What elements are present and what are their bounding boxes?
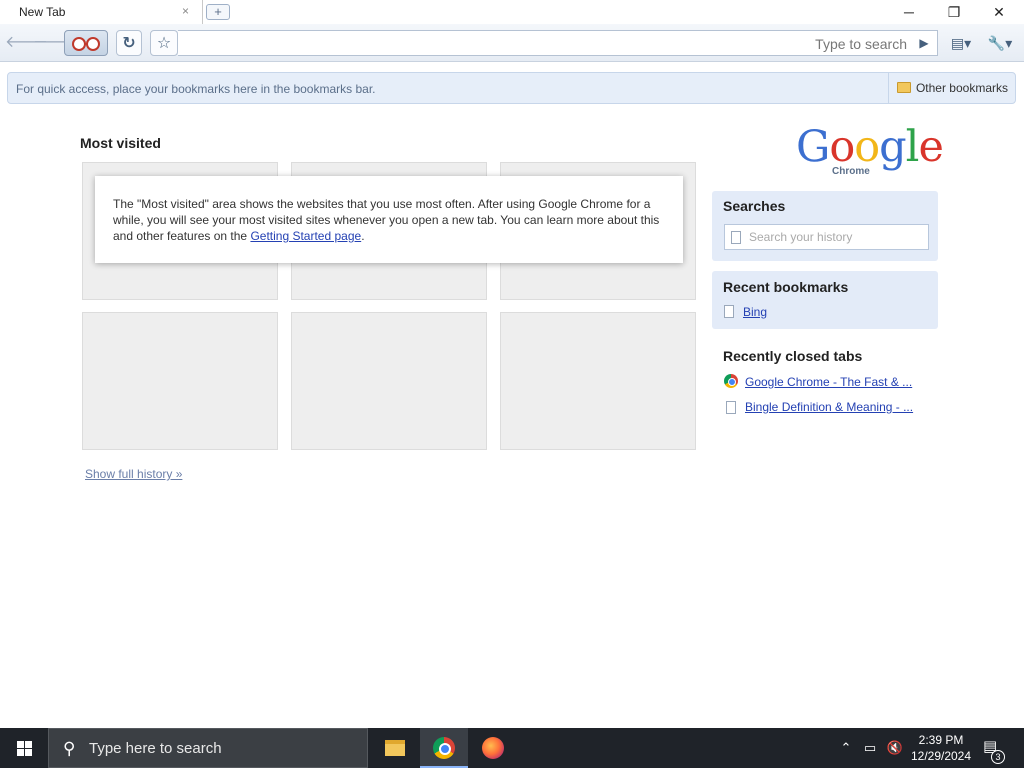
page-icon	[726, 401, 736, 414]
bookmarks-bar: For quick access, place your bookmarks h…	[7, 72, 1016, 104]
bookmarks-bar-message: For quick access, place your bookmarks h…	[16, 82, 376, 96]
page-menu-icon[interactable]: ▤▾	[946, 30, 976, 56]
folder-icon	[896, 82, 911, 93]
back-button[interactable]: 🡐	[5, 30, 48, 56]
logo-letter: o	[829, 122, 855, 172]
show-full-history-link[interactable]: Show full history »	[85, 467, 182, 481]
chrome-icon	[433, 737, 455, 759]
clock-time: 2:39 PM	[918, 733, 964, 747]
omnibox-placeholder: Type to search	[815, 36, 907, 52]
most-visited-thumbnail[interactable]	[291, 312, 487, 450]
firefox-taskbar-button[interactable]	[469, 728, 517, 768]
most-visited-info-end: .	[361, 229, 365, 243]
searches-box: Searches Search your history	[712, 191, 938, 261]
chrome-icon	[724, 374, 738, 388]
toolbar: 🡐 🡒 ↻ ☆ Type to search ▶ ▤▾ 🔧▾	[0, 24, 1024, 62]
windows-logo-icon	[17, 741, 32, 756]
other-bookmarks-button[interactable]: Other bookmarks	[887, 73, 1015, 103]
bookmark-star-icon[interactable]: ☆	[150, 30, 178, 56]
network-icon[interactable]: ▭	[860, 728, 880, 768]
wrench-menu-icon[interactable]: 🔧▾	[984, 30, 1016, 56]
search-icon: ⚲	[63, 739, 76, 758]
logo-letter: g	[879, 122, 907, 172]
minimize-icon[interactable]: ─	[886, 2, 932, 22]
getting-started-link[interactable]: Getting Started page	[250, 229, 361, 243]
file-explorer-button[interactable]	[371, 728, 419, 768]
recently-closed-title: Recently closed tabs	[723, 348, 863, 364]
close-window-icon[interactable]: ✕	[976, 2, 1022, 22]
recently-closed-link[interactable]: Google Chrome - The Fast & ...	[745, 375, 912, 389]
logo-letter: l	[905, 122, 920, 172]
search-history-placeholder: Search your history	[749, 230, 853, 244]
logo-letter: o	[854, 122, 880, 172]
firefox-icon	[482, 737, 504, 759]
close-tab-icon[interactable]: ×	[182, 4, 189, 18]
most-visited-thumbnail[interactable]	[500, 312, 696, 450]
other-bookmarks-label: Other bookmarks	[915, 81, 1008, 95]
omnibox-input[interactable]: Type to search ▶	[178, 30, 938, 56]
taskbar: ⚲ Type here to search ⌃ ▭ 🔇 2:39 PM 12/2…	[0, 728, 1024, 768]
page-icon	[724, 305, 734, 318]
incognito-glasses-icon[interactable]	[64, 30, 108, 56]
taskbar-search-box[interactable]: ⚲ Type here to search	[48, 728, 368, 768]
file-explorer-icon	[385, 740, 405, 756]
recent-bookmark-link[interactable]: Bing	[743, 305, 767, 319]
reload-button[interactable]: ↻	[116, 30, 142, 56]
clock-date: 12/29/2024	[910, 749, 972, 763]
chrome-taskbar-button[interactable]	[420, 728, 468, 768]
most-visited-info-text: The "Most visited" area shows the websit…	[113, 197, 660, 243]
logo-subtitle: Chrome	[832, 166, 870, 177]
tab-new-tab[interactable]: New Tab ×	[0, 0, 203, 24]
search-history-input[interactable]: Search your history	[724, 224, 929, 250]
tab-title: New Tab	[19, 5, 66, 19]
recent-bookmarks-title: Recent bookmarks	[723, 279, 849, 295]
most-visited-thumbnail[interactable]	[82, 312, 278, 450]
taskbar-clock[interactable]: 2:39 PM 12/29/2024	[906, 732, 976, 764]
searches-title: Searches	[723, 198, 786, 214]
tab-strip: New Tab × + ─ ❐ ✕	[0, 0, 1024, 24]
go-icon[interactable]: ▶	[915, 34, 933, 52]
new-tab-button[interactable]: +	[206, 4, 230, 20]
logo-letter: e	[918, 122, 943, 172]
start-button[interactable]	[0, 728, 48, 768]
forward-button[interactable]: 🡒	[33, 30, 76, 56]
google-chrome-logo: Google	[796, 122, 944, 172]
most-visited-info-note: The "Most visited" area shows the websit…	[95, 176, 683, 263]
most-visited-title: Most visited	[80, 135, 161, 151]
taskbar-search-placeholder: Type here to search	[89, 740, 222, 757]
notification-count-badge: 3	[991, 750, 1005, 764]
recently-closed-link[interactable]: Bingle Definition & Meaning - ...	[745, 400, 913, 414]
logo-letter: G	[796, 122, 830, 172]
restore-icon[interactable]: ❐	[931, 2, 977, 22]
show-hidden-icons-chevron-icon[interactable]: ⌃	[836, 728, 856, 768]
volume-muted-icon[interactable]: 🔇	[884, 728, 906, 768]
page-icon	[731, 231, 741, 244]
recent-bookmarks-box: Recent bookmarks Bing	[712, 271, 938, 329]
